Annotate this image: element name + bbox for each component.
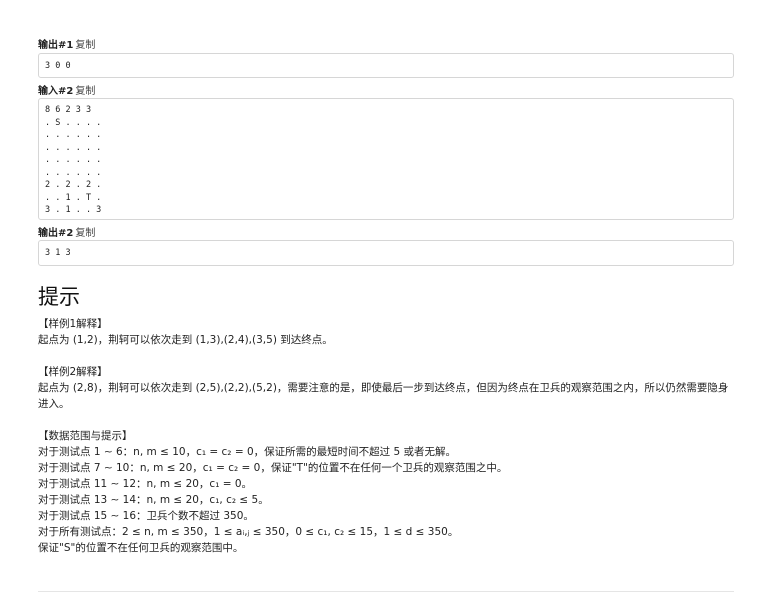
copy-output-1-link[interactable]: 复制 <box>75 40 95 51</box>
example-2-heading: 【样例2解释】 <box>38 366 108 378</box>
input-2-label: 输入#2 <box>38 86 74 97</box>
copy-output-2-link[interactable]: 复制 <box>75 228 95 239</box>
data-range-line: 对于测试点 11 ∼ 12：n, m ≤ 20，c₁ = 0。 <box>38 478 253 490</box>
data-range-line: 对于测试点 15 ∼ 16：卫兵个数不超过 350。 <box>38 510 254 522</box>
input-2-box: 8 6 2 3 3 . S . . . . . . . . . . . . . … <box>38 98 734 220</box>
data-range-line: 对于测试点 1 ∼ 6：n, m ≤ 10，c₁ = c₂ = 0，保证所需的最… <box>38 446 457 458</box>
data-range-line: 对于测试点 7 ∼ 10：n, m ≤ 20，c₁ = c₂ = 0，保证"T"… <box>38 462 508 474</box>
output-1-box: 3 0 0 <box>38 53 734 78</box>
data-range-heading: 【数据范围与提示】 <box>38 430 133 442</box>
hint-section: 提示 【样例1解释】 起点为 (1,2)，荆轲可以依次走到 (1,3),(2,4… <box>38 285 734 556</box>
example-2-text: 起点为 (2,8)，荆轲可以依次走到 (2,5),(2,2),(5,2)，需要注… <box>38 382 729 410</box>
section-divider <box>38 591 734 592</box>
data-range-line: 保证"S"的位置不在任何卫兵的观察范围中。 <box>38 542 244 554</box>
input-2-header: 输入#2 复制 <box>38 86 95 98</box>
hint-title: 提示 <box>38 285 80 309</box>
data-range-line: 对于测试点 13 ∼ 14：n, m ≤ 20，c₁, c₂ ≤ 5。 <box>38 494 269 506</box>
copy-input-2-link[interactable]: 复制 <box>75 86 95 97</box>
data-range-line: 对于所有测试点：2 ≤ n, m ≤ 350，1 ≤ aᵢ,ⱼ ≤ 350，0 … <box>38 526 459 538</box>
output-1-label: 输出#1 <box>38 40 74 51</box>
example-1-heading: 【样例1解释】 <box>38 318 108 330</box>
output-2-box: 3 1 3 <box>38 240 734 266</box>
output-2-label: 输出#2 <box>38 228 74 239</box>
output-2-header: 输出#2 复制 <box>38 228 95 240</box>
output-1-header: 输出#1 复制 <box>38 40 95 52</box>
example-1-text: 起点为 (1,2)，荆轲可以依次走到 (1,3),(2,4),(3,5) 到达终… <box>38 334 333 346</box>
